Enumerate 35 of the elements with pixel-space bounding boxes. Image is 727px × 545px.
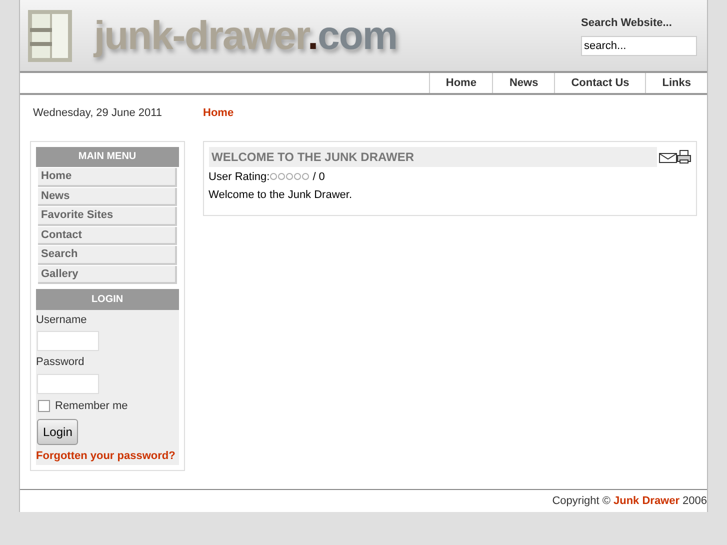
username-field[interactable] [37,331,99,351]
date-text: Wednesday, 29 June 2011 [33,106,164,121]
copyright-link[interactable]: Junk Drawer [613,492,680,510]
article-body: Welcome to the Junk Drawer. [208,188,354,203]
username-label: Username [36,312,87,328]
menu-item[interactable]: News [38,188,177,206]
search-field[interactable]: search... [581,36,697,56]
forgot-password-link[interactable]: Forgotten your password? [36,448,176,464]
remember-checkbox[interactable] [38,400,50,412]
copyright-text: Copyright © [552,494,610,509]
login-heading: LOGIN [36,289,179,310]
menu-item[interactable]: Search [38,246,177,264]
menu-heading: MAIN MENU [36,146,179,167]
nav-link[interactable]: Links [645,73,707,93]
nav-link[interactable]: Contact Us [554,73,646,93]
email-icon[interactable] [659,150,677,162]
menu-item[interactable]: Home [38,168,177,186]
password-field[interactable] [37,374,99,394]
nav-link[interactable]: Home [428,73,492,93]
nav-link[interactable]: News [492,73,554,93]
printer-icon[interactable] [677,150,691,164]
rating-count: / 0 [312,170,325,184]
password-label: Password [36,355,84,370]
site-logo[interactable]: junk-drawer.com [94,16,397,56]
menu-item[interactable]: Favorite Sites [38,207,177,226]
menu-item[interactable]: Gallery [38,266,177,284]
breadcrumb-link[interactable]: Home [203,105,234,122]
search-label: Search Website... [581,16,673,32]
rating-label: User Rating: [208,170,270,184]
login-button[interactable]: Login [37,419,78,445]
remember-label: Remember me [55,398,128,414]
article-title: WELCOME TO THE JUNK DRAWER [208,146,657,166]
menu-item[interactable]: Contact [38,226,177,245]
copyright-year: 2006 [682,494,707,509]
drawer-icon [26,8,74,64]
